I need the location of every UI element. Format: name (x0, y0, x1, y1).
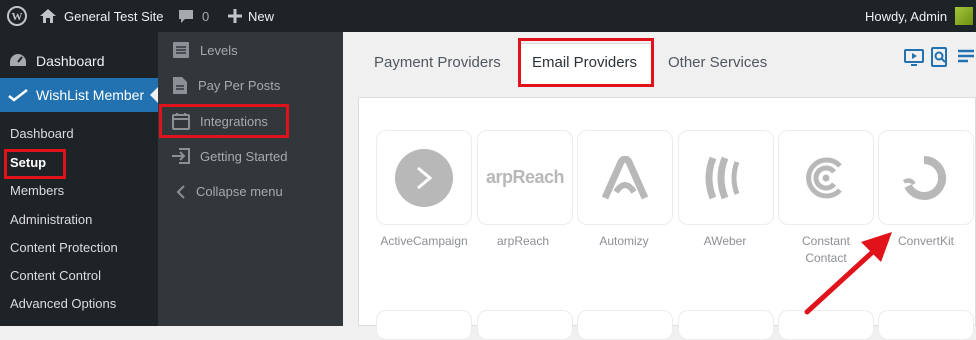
site-name-link[interactable]: General Test Site (40, 0, 163, 32)
provider-tabs: Payment Providers Email Providers Other … (343, 32, 976, 87)
menu-dashboard[interactable]: Dashboard (0, 44, 158, 78)
tab-email-providers[interactable]: Email Providers (532, 54, 637, 71)
setup-flyout-menu: Levels Pay Per Posts Integrations Gettin… (158, 32, 343, 326)
svg-text:W: W (12, 11, 23, 23)
home-icon (40, 9, 56, 23)
convertkit-icon (902, 155, 947, 200)
dashboard-icon (10, 54, 26, 66)
aweber-icon (705, 156, 740, 199)
admin-menu: Dashboard WishList Member Dashboard Setu… (0, 32, 158, 326)
video-icon[interactable] (904, 47, 924, 67)
flyout-pay-per-posts-label: Pay Per Posts (198, 78, 281, 93)
flyout-item-integrations[interactable]: Integrations (172, 112, 268, 130)
comments-count: 0 (202, 8, 210, 24)
provider-tile-activecampaign[interactable] (376, 130, 472, 225)
tab-payment-providers[interactable]: Payment Providers (374, 54, 501, 71)
constant-contact-icon (806, 157, 842, 198)
activecampaign-icon (395, 148, 453, 207)
wordpress-logo-icon[interactable]: W (6, 0, 28, 32)
submenu-members[interactable]: Members (10, 183, 64, 198)
provider-tile-arpreach[interactable]: arpReach (477, 130, 573, 225)
document-icon (173, 77, 187, 94)
plus-icon (228, 9, 242, 23)
submenu-content-protection[interactable]: Content Protection (10, 240, 118, 255)
tab-other-services[interactable]: Other Services (668, 54, 767, 71)
comment-icon (179, 9, 193, 23)
submenu-advanced-options[interactable]: Advanced Options (10, 296, 116, 311)
provider-label-constant-contact: Constant Contact (801, 234, 851, 265)
provider-label-arpreach: arpReach (496, 234, 550, 248)
search-docs-icon[interactable] (930, 47, 950, 67)
provider-tile[interactable] (577, 310, 673, 340)
arpreach-logo: arpReach (485, 167, 565, 187)
provider-tile[interactable] (778, 310, 874, 340)
submenu-dashboard[interactable]: Dashboard (10, 126, 74, 141)
menu-dashboard-label: Dashboard (36, 53, 105, 69)
collapse-menu-button[interactable]: Collapse menu (176, 184, 283, 199)
menu-wishlist-member-label: WishList Member (36, 87, 145, 103)
automizy-icon (601, 155, 649, 199)
list-icon[interactable] (956, 47, 976, 67)
chevron-left-icon (176, 184, 185, 199)
checkmark-icon (8, 89, 28, 102)
admin-bar: W General Test Site 0 New Howdy, Admin (0, 0, 976, 32)
provider-tile[interactable] (376, 310, 472, 340)
flyout-integrations-label: Integrations (200, 113, 268, 129)
menu-wishlist-member[interactable]: WishList Member (0, 78, 158, 112)
howdy-label: Howdy, Admin (865, 8, 948, 24)
comments-link[interactable]: 0 (178, 0, 209, 32)
new-label: New (248, 8, 275, 24)
provider-tile[interactable] (678, 310, 774, 340)
provider-label-convertkit: ConvertKit (897, 234, 955, 248)
provider-tile-constant-contact[interactable] (778, 130, 874, 225)
provider-label-aweber: AWeber (703, 234, 747, 248)
calendar-icon (172, 113, 190, 130)
flyout-levels-label: Levels (200, 42, 238, 58)
levels-icon (173, 42, 189, 58)
flyout-item-pay-per-posts[interactable]: Pay Per Posts (172, 76, 280, 95)
provider-tile-convertkit[interactable] (878, 130, 974, 225)
avatar (955, 7, 974, 25)
provider-label-activecampaign: ActiveCampaign (380, 234, 468, 248)
account-menu[interactable]: Howdy, Admin (865, 0, 974, 32)
site-name-label: General Test Site (64, 8, 164, 24)
new-content-link[interactable]: New (228, 0, 274, 32)
collapse-menu-label: Collapse menu (196, 184, 283, 199)
submenu-content-control[interactable]: Content Control (10, 268, 101, 283)
provider-tile[interactable] (878, 310, 974, 340)
submenu-setup[interactable]: Setup (10, 155, 46, 170)
provider-tile[interactable] (477, 310, 573, 340)
provider-tile-aweber[interactable] (678, 130, 774, 225)
help-toolbar (904, 47, 976, 67)
flyout-getting-started-label: Getting Started (200, 148, 288, 164)
submenu-administration[interactable]: Administration (10, 212, 92, 227)
provider-label-automizy: Automizy (599, 234, 649, 248)
flyout-item-levels[interactable]: Levels (172, 41, 238, 59)
sign-in-icon (172, 148, 190, 164)
flyout-item-getting-started[interactable]: Getting Started (172, 148, 287, 164)
provider-tile-automizy[interactable] (577, 130, 673, 225)
